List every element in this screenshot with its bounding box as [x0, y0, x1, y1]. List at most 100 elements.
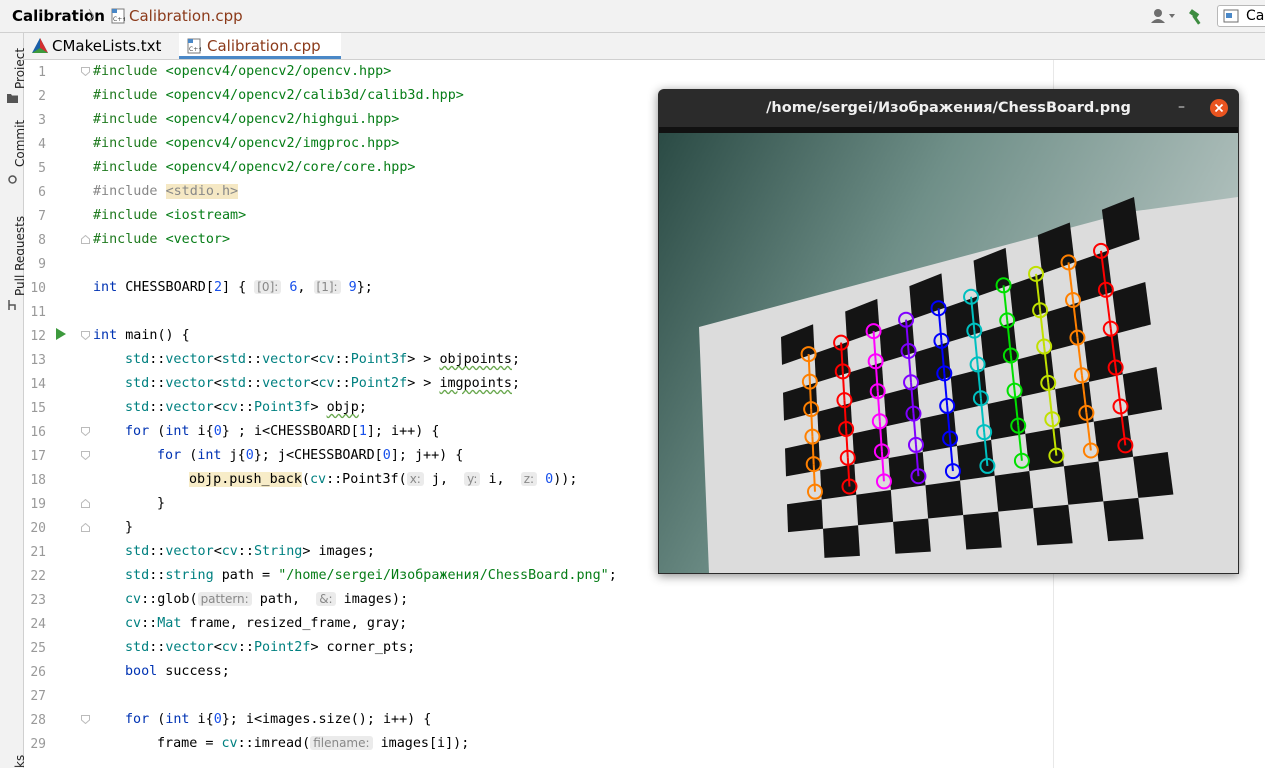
line-number: 8: [38, 233, 46, 248]
line-number: 18: [30, 473, 46, 488]
chessboard-square: [956, 439, 995, 481]
preprocessor-directive: #include: [93, 184, 158, 199]
chessboard-square: [1122, 367, 1163, 416]
code-line[interactable]: cv::glob(pattern: path, &: images);: [125, 592, 408, 607]
fold-icon[interactable]: [81, 715, 90, 724]
line-number: 27: [30, 689, 46, 704]
code-line[interactable]: }: [125, 520, 133, 535]
fold-icon[interactable]: [81, 427, 90, 436]
code-line[interactable]: #include <iostream>: [93, 208, 246, 223]
project-tool-button[interactable]: Project: [0, 39, 27, 107]
close-icon: [1214, 103, 1224, 113]
minimize-button[interactable]: –: [1178, 99, 1192, 115]
fold-icon[interactable]: [81, 499, 90, 508]
svg-text:C++: C++: [113, 16, 125, 23]
corner-connector-line: [810, 409, 814, 437]
chessboard-square: [1033, 504, 1073, 546]
line-number: 21: [30, 545, 46, 560]
code-line[interactable]: cv::Mat frame, resized_frame, gray;: [125, 616, 407, 631]
image-viewer-window[interactable]: /home/sergei/Изображения/ChessBoard.png …: [658, 89, 1239, 574]
line-number: 11: [30, 305, 46, 320]
cpp-file-icon: C++: [111, 8, 125, 24]
code-line[interactable]: for (int i{0} ; i<CHESSBOARD[1]; i++) {: [125, 424, 439, 439]
inlay-hint: filename:: [310, 736, 373, 750]
preprocessor-directive: #include: [93, 88, 158, 103]
fold-icon[interactable]: [81, 523, 90, 532]
line-number: 5: [38, 161, 46, 176]
tab-label: CMakeLists.txt: [52, 37, 162, 55]
code-line[interactable]: std::vector<std::vector<cv::Point2f> > i…: [125, 376, 520, 391]
code-line[interactable]: std::vector<std::vector<cv::Point3f> > o…: [125, 352, 520, 367]
line-number: 9: [38, 257, 46, 272]
fold-icon[interactable]: [81, 235, 90, 244]
line-number: 23: [30, 593, 46, 608]
code-line[interactable]: #include <opencv4/opencv2/highgui.hpp>: [93, 112, 399, 127]
configuration-icon: [1223, 9, 1239, 23]
line-number: 12: [30, 329, 46, 344]
code-line[interactable]: }: [157, 496, 165, 511]
code-line[interactable]: for (int i{0}; i<images.size(); i++) {: [125, 712, 431, 727]
line-number: 3: [38, 113, 46, 128]
tab-calibration-cpp[interactable]: C++ Calibration.cpp: [179, 33, 341, 59]
line-number: 10: [30, 281, 46, 296]
inlay-hint: [0]:: [254, 280, 282, 294]
commit-tool-button[interactable]: Commit: [0, 119, 27, 187]
code-line[interactable]: std::vector<cv::Point3f> objp;: [125, 400, 367, 415]
line-number: 22: [30, 569, 46, 584]
user-icon[interactable]: [1150, 8, 1178, 24]
chessboard-square: [925, 480, 964, 519]
tab-cmakelists[interactable]: CMakeLists.txt: [24, 33, 178, 59]
code-line[interactable]: std::string path = "/home/sergei/Изображ…: [125, 568, 617, 583]
fold-icon[interactable]: [81, 451, 90, 460]
include-path: <opencv4/opencv2/opencv.hpp>: [165, 64, 392, 79]
fold-icon[interactable]: [81, 67, 90, 76]
run-icon[interactable]: [56, 328, 66, 340]
code-line[interactable]: #include <opencv4/opencv2/calib3d/calib3…: [93, 88, 464, 103]
line-number: 25: [30, 641, 46, 656]
code-line[interactable]: frame = cv::imread(filename: images[i]);: [157, 736, 469, 751]
fold-icon[interactable]: [81, 331, 90, 340]
code-line[interactable]: #include <vector>: [93, 232, 230, 247]
window-title: /home/sergei/Изображения/ChessBoard.png: [766, 100, 1131, 116]
breadcrumb-file[interactable]: Calibration.cpp: [129, 7, 243, 25]
line-number: 28: [30, 713, 46, 728]
include-path-unused: <stdio.h>: [165, 184, 239, 199]
hammer-icon[interactable]: [1188, 8, 1206, 26]
pull-requests-tool-button[interactable]: Pull Requests: [0, 203, 27, 313]
line-number: 24: [30, 617, 46, 632]
code-line[interactable]: for (int j{0}; j<CHESSBOARD[0]; j++) {: [157, 448, 463, 463]
include-path: <vector>: [165, 232, 231, 247]
bookmarks-tool-button[interactable]: ks: [0, 748, 27, 768]
line-number: 19: [30, 497, 46, 512]
code-line[interactable]: objp.push_back(cv::Point3f(x: j, y: i, z…: [189, 472, 577, 487]
preprocessor-directive: #include: [93, 160, 158, 175]
line-number: 14: [30, 377, 46, 392]
include-path: <iostream>: [165, 208, 247, 223]
code-line[interactable]: #include <opencv4/opencv2/core/core.hpp>: [93, 160, 415, 175]
code-line[interactable]: #include <opencv4/opencv2/imgproc.hpp>: [93, 136, 399, 151]
tab-label: Calibration.cpp: [207, 37, 321, 55]
string-literal: "/home/sergei/Изображения/ChessBoard.png…: [278, 568, 609, 583]
code-line[interactable]: int CHESSBOARD[2] { [0]: 6, [1]: 9};: [93, 280, 373, 295]
code-line[interactable]: int main() {: [93, 328, 190, 343]
inlay-hint: pattern:: [197, 592, 252, 606]
cpp-file-icon: C++: [187, 38, 201, 54]
run-configuration-selector[interactable]: Ca: [1217, 5, 1265, 27]
folder-icon: [7, 94, 18, 103]
inlay-hint: [1]:: [313, 280, 341, 294]
corner-connector-line: [812, 464, 816, 492]
code-line[interactable]: bool success;: [125, 664, 230, 679]
close-button[interactable]: [1210, 99, 1228, 117]
run-configuration-label: Ca: [1246, 8, 1265, 24]
line-number: 16: [30, 425, 46, 440]
line-number: 20: [30, 521, 46, 536]
line-number-gutter[interactable]: 1 2 3 4 5 6 7 8 9 10 11 12 13 14 15 16 1…: [24, 60, 90, 768]
cmake-icon: [32, 38, 48, 53]
function-call: objp.push_back: [189, 472, 302, 487]
code-line[interactable]: #include <stdio.h>: [93, 184, 239, 199]
code-line[interactable]: std::vector<cv::String> images;: [125, 544, 375, 559]
preprocessor-directive: #include: [93, 112, 158, 127]
code-line[interactable]: #include <opencv4/opencv2/opencv.hpp>: [93, 64, 391, 79]
inlay-hint: z:: [520, 472, 538, 486]
code-line[interactable]: std::vector<cv::Point2f> corner_pts;: [125, 640, 415, 655]
